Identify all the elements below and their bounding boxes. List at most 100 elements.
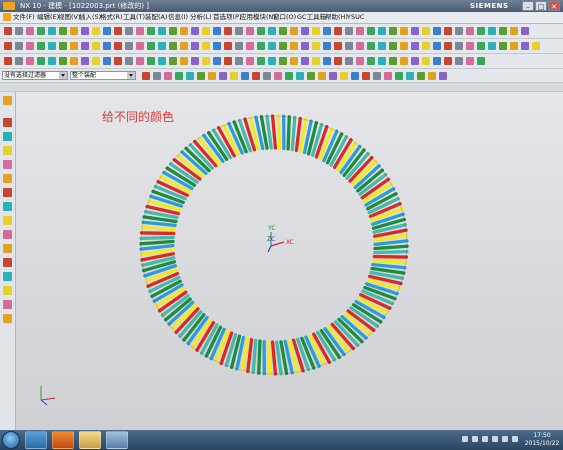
selection-bar-tool-icon[interactable]: [406, 72, 414, 80]
toolbar-row-3-icon[interactable]: [345, 57, 353, 65]
selection-bar-tool-icon[interactable]: [230, 72, 238, 80]
tray-icon-1[interactable]: [462, 436, 468, 442]
toolbar-row-2-icon[interactable]: [246, 42, 254, 50]
toolbar-row-1-icon[interactable]: [202, 27, 210, 35]
tray-icon-5[interactable]: [502, 436, 508, 442]
selection-bar-tool-icon[interactable]: [318, 72, 326, 80]
resource-bar-icon[interactable]: [3, 96, 12, 105]
taskbar-app-1[interactable]: [25, 431, 47, 449]
tray-icon-2[interactable]: [472, 436, 478, 442]
toolbar-row-2-icon[interactable]: [466, 42, 474, 50]
toolbar-row-3-icon[interactable]: [15, 57, 23, 65]
menu-info[interactable]: 信息(I): [168, 12, 188, 23]
taskbar-app-nx[interactable]: [52, 431, 74, 449]
toolbar-row-3-icon[interactable]: [70, 57, 78, 65]
toolbar-row-2-icon[interactable]: [158, 42, 166, 50]
toolbar-row-3-icon[interactable]: [290, 57, 298, 65]
toolbar-row-2-icon[interactable]: [477, 42, 485, 50]
menu-format[interactable]: 格式(R): [100, 12, 123, 23]
toolbar-row-3-icon[interactable]: [411, 57, 419, 65]
toolbar-row-2-icon[interactable]: [224, 42, 232, 50]
selection-bar-tool-icon[interactable]: [186, 72, 194, 80]
toolbar-row-2-icon[interactable]: [59, 42, 67, 50]
toolbar-row-1-icon[interactable]: [455, 27, 463, 35]
toolbar-row-3-icon[interactable]: [180, 57, 188, 65]
selection-bar-tool-icon[interactable]: [362, 72, 370, 80]
toolbar-row-1-icon[interactable]: [246, 27, 254, 35]
toolbar-row-2-icon[interactable]: [389, 42, 397, 50]
toolbar-row-3-icon[interactable]: [268, 57, 276, 65]
menu-tools[interactable]: 工具(T): [123, 12, 145, 23]
selection-bar-tool-icon[interactable]: [252, 72, 260, 80]
maximize-button[interactable]: □: [535, 1, 547, 11]
tray-icon-6[interactable]: [512, 436, 518, 442]
resource-bar-icon[interactable]: [3, 230, 12, 239]
toolbar-row-3-icon[interactable]: [81, 57, 89, 65]
toolbar-row-3-icon[interactable]: [367, 57, 375, 65]
toolbar-row-3-icon[interactable]: [169, 57, 177, 65]
selection-bar-tool-icon[interactable]: [164, 72, 172, 80]
toolbar-row-3-icon[interactable]: [224, 57, 232, 65]
toolbar-row-1-icon[interactable]: [345, 27, 353, 35]
toolbar-row-1-icon[interactable]: [444, 27, 452, 35]
selection-scope-select[interactable]: 整个装配: [70, 71, 136, 80]
toolbar-row-3-icon[interactable]: [4, 57, 12, 65]
selection-bar-tool-icon[interactable]: [274, 72, 282, 80]
toolbar-row-3-icon[interactable]: [356, 57, 364, 65]
toolbar-row-1-icon[interactable]: [136, 27, 144, 35]
graphics-viewport[interactable]: 给不同的颜色 YC ZC XC: [16, 92, 563, 430]
toolbar-row-2-icon[interactable]: [15, 42, 23, 50]
selection-bar-tool-icon[interactable]: [384, 72, 392, 80]
selection-bar-tool-icon[interactable]: [142, 72, 150, 80]
toolbar-row-2-icon[interactable]: [334, 42, 342, 50]
chevron-down-icon[interactable]: [127, 72, 135, 79]
selection-bar-tool-icon[interactable]: [296, 72, 304, 80]
toolbar-row-2-icon[interactable]: [411, 42, 419, 50]
selection-bar-tool-icon[interactable]: [439, 72, 447, 80]
toolbar-row-2-icon[interactable]: [499, 42, 507, 50]
toolbar-row-2-icon[interactable]: [455, 42, 463, 50]
toolbar-row-2-icon[interactable]: [191, 42, 199, 50]
menu-insert[interactable]: 插入(S): [79, 12, 101, 23]
tray-icon-3[interactable]: [482, 436, 488, 442]
taskbar-clock[interactable]: 17:50 2015/10/22: [523, 432, 561, 448]
toolbar-row-3-icon[interactable]: [400, 57, 408, 65]
toolbar-row-1-icon[interactable]: [268, 27, 276, 35]
toolbar-row-2-icon[interactable]: [257, 42, 265, 50]
toolbar-row-1-icon[interactable]: [169, 27, 177, 35]
toolbar-row-1-icon[interactable]: [356, 27, 364, 35]
toolbar-row-3-icon[interactable]: [235, 57, 243, 65]
toolbar-row-1-icon[interactable]: [378, 27, 386, 35]
selection-bar-tool-icon[interactable]: [351, 72, 359, 80]
toolbar-row-1-icon[interactable]: [499, 27, 507, 35]
minimize-button[interactable]: –: [522, 1, 534, 11]
toolbar-row-2-icon[interactable]: [213, 42, 221, 50]
menu-analysis[interactable]: 分析(L): [190, 12, 212, 23]
toolbar-row-2-icon[interactable]: [488, 42, 496, 50]
toolbar-row-2-icon[interactable]: [147, 42, 155, 50]
toolbar-row-2-icon[interactable]: [433, 42, 441, 50]
toolbar-row-2-icon[interactable]: [521, 42, 529, 50]
toolbar-row-1-icon[interactable]: [26, 27, 34, 35]
menu-edit[interactable]: 编辑(E): [37, 12, 59, 23]
toolbar-row-1-icon[interactable]: [488, 27, 496, 35]
toolbar-row-2-icon[interactable]: [444, 42, 452, 50]
toolbar-row-2-icon[interactable]: [532, 42, 540, 50]
toolbar-row-1-icon[interactable]: [235, 27, 243, 35]
resource-bar-icon[interactable]: [3, 202, 12, 211]
toolbar-row-3-icon[interactable]: [378, 57, 386, 65]
toolbar-row-2-icon[interactable]: [422, 42, 430, 50]
toolbar-row-2-icon[interactable]: [367, 42, 375, 50]
toolbar-row-1-icon[interactable]: [37, 27, 45, 35]
toolbar-row-1-icon[interactable]: [180, 27, 188, 35]
toolbar-row-3-icon[interactable]: [147, 57, 155, 65]
toolbar-row-3-icon[interactable]: [125, 57, 133, 65]
selection-bar-tool-icon[interactable]: [285, 72, 293, 80]
toolbar-row-1-icon[interactable]: [290, 27, 298, 35]
resource-bar-icon[interactable]: [3, 314, 12, 323]
toolbar-row-2-icon[interactable]: [70, 42, 78, 50]
toolbar-row-2-icon[interactable]: [510, 42, 518, 50]
toolbar-row-3-icon[interactable]: [279, 57, 287, 65]
selection-bar-tool-icon[interactable]: [340, 72, 348, 80]
toolbar-row-3-icon[interactable]: [213, 57, 221, 65]
